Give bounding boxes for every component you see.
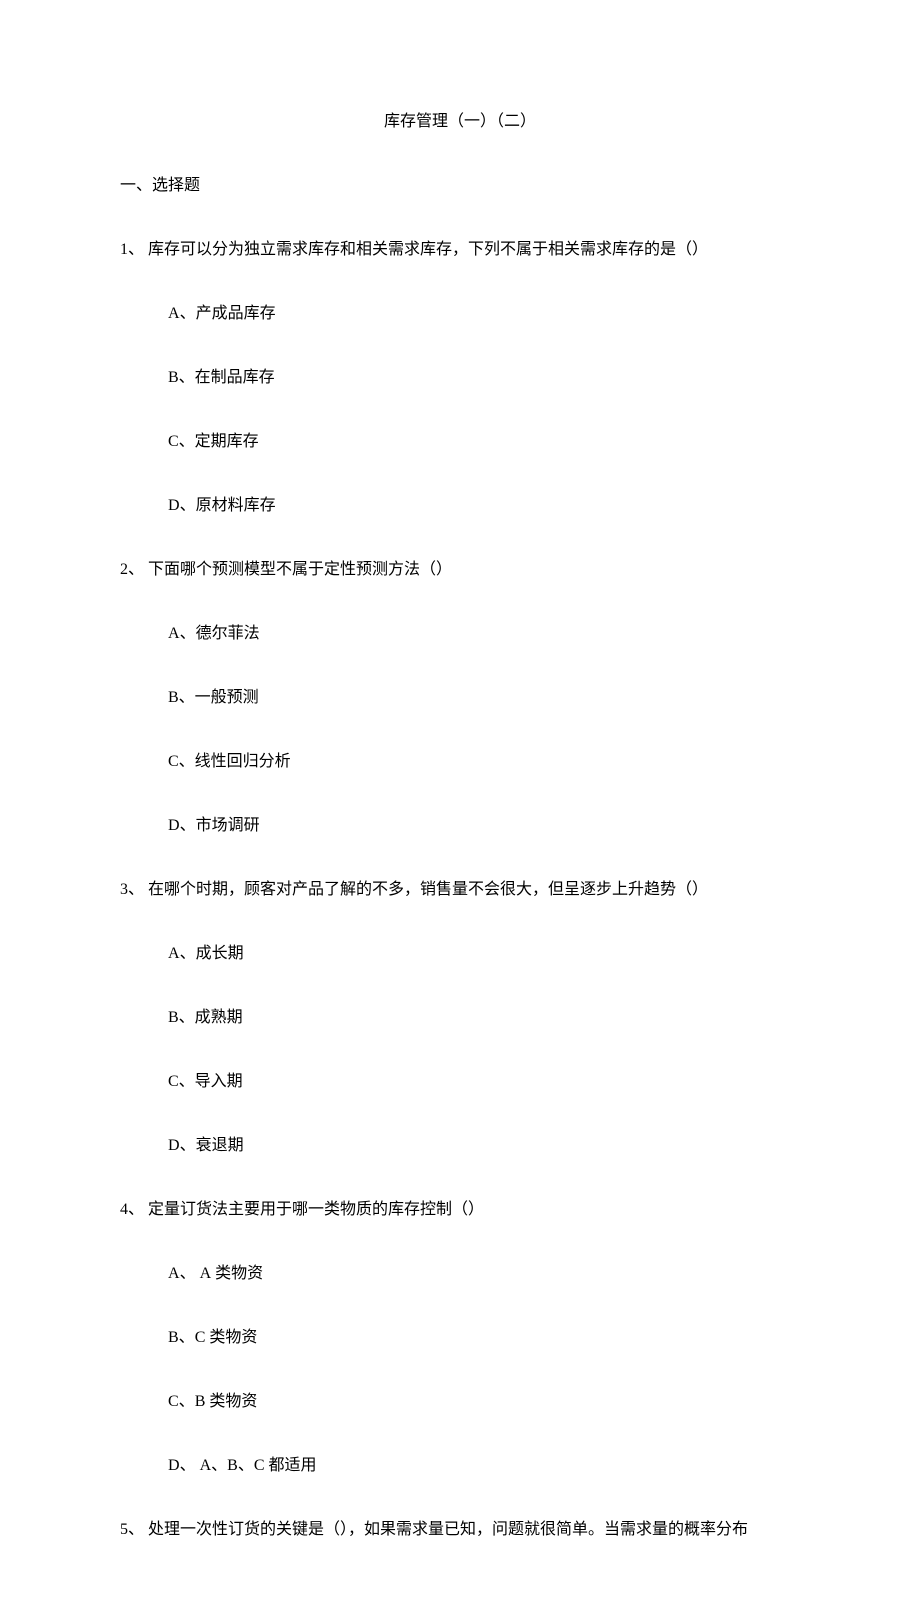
question-option: C、导入期 — [168, 1070, 800, 1094]
question-option: C、B 类物资 — [168, 1390, 800, 1414]
document-title: 库存管理（一）（二） — [120, 110, 800, 134]
question-option: B、成熟期 — [168, 1006, 800, 1030]
question-option: B、在制品库存 — [168, 366, 800, 390]
question-option: C、线性回归分析 — [168, 750, 800, 774]
question-text: 4、 定量订货法主要用于哪一类物质的库存控制（） — [120, 1198, 800, 1222]
question-text: 2、 下面哪个预测模型不属于定性预测方法（） — [120, 558, 800, 582]
question-option: A、成长期 — [168, 942, 800, 966]
question-option: D、衰退期 — [168, 1134, 800, 1158]
question-option: D、市场调研 — [168, 814, 800, 838]
question-option: B、一般预测 — [168, 686, 800, 710]
question-option: A、德尔菲法 — [168, 622, 800, 646]
question-option: B、C 类物资 — [168, 1326, 800, 1350]
question-text: 3、 在哪个时期，顾客对产品了解的不多，销售量不会很大，但呈逐步上升趋势（） — [120, 878, 800, 902]
question-option: A、 A 类物资 — [168, 1262, 800, 1286]
question-text: 5、 处理一次性订货的关键是（），如果需求量已知，问题就很简单。当需求量的概率分… — [120, 1518, 800, 1542]
question-option: A、产成品库存 — [168, 302, 800, 326]
question-text: 1、 库存可以分为独立需求库存和相关需求库存，下列不属于相关需求库存的是（） — [120, 238, 800, 262]
question-option: C、定期库存 — [168, 430, 800, 454]
section-heading: 一、选择题 — [120, 174, 800, 198]
question-option: D、原材料库存 — [168, 494, 800, 518]
question-option: D、 A、B、C 都适用 — [168, 1454, 800, 1478]
